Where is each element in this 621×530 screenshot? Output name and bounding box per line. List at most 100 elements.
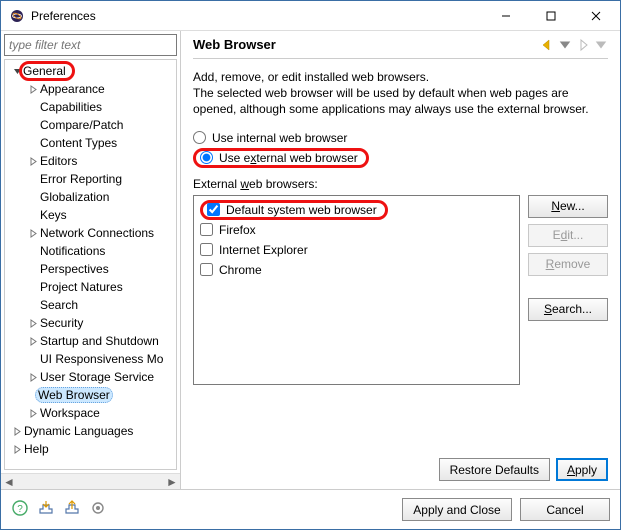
description-text: Add, remove, or edit installed web brows… [193,69,608,118]
tree-item[interactable]: Project Natures [5,278,176,296]
svg-text:?: ? [17,504,23,515]
chevron-right-icon[interactable] [27,371,39,383]
chevron-right-icon [27,263,39,275]
tree-item[interactable]: Keys [5,206,176,224]
browser-checkbox[interactable] [200,223,213,236]
close-button[interactable] [573,2,618,30]
tree-item-label: Content Types [39,136,117,150]
tree-item[interactable]: UI Responsiveness Mo [5,350,176,368]
browser-label: Firefox [219,223,256,237]
main-panel: Web Browser Add, remove, or edit install… [181,31,620,489]
remove-button[interactable]: Remove [528,253,608,276]
tree-item-label: Capabilities [39,100,102,114]
tree-item-label: Perspectives [39,262,109,276]
tree-item-label: Error Reporting [39,172,122,186]
tree-item[interactable]: User Storage Service [5,368,176,386]
tree-item[interactable]: Capabilities [5,98,176,116]
maximize-button[interactable] [528,2,573,30]
chevron-right-icon[interactable] [27,317,39,329]
chevron-right-icon [27,245,39,257]
horizontal-scrollbar[interactable]: ◄ ► [1,473,180,489]
scroll-right-arrow[interactable]: ► [164,474,180,490]
tree-item[interactable]: Workspace [5,404,176,422]
apply-button[interactable]: Apply [556,458,608,481]
tree-item-label: UI Responsiveness Mo [39,352,163,366]
tree-item-label: Project Natures [39,280,123,294]
browser-label: Internet Explorer [219,243,308,257]
chevron-right-icon [27,101,39,113]
radio-external-label: Use external web browser [219,151,358,165]
chevron-right-icon[interactable] [11,425,23,437]
chevron-right-icon[interactable] [27,407,39,419]
back-menu-icon[interactable] [558,38,572,52]
browser-item[interactable]: Firefox [200,220,513,240]
tree-item[interactable]: Notifications [5,242,176,260]
search-button[interactable]: Search... [528,298,608,321]
tree-item[interactable]: Perspectives [5,260,176,278]
back-icon[interactable] [540,38,554,52]
export-icon[interactable] [63,499,81,520]
browser-checkbox[interactable] [200,243,213,256]
tree-item-label: Help [23,442,49,456]
radio-internal[interactable]: Use internal web browser [193,131,608,145]
eclipse-icon [9,8,25,24]
sidebar: GeneralAppearance Capabilities Compare/Pat… [1,31,181,489]
new-button[interactable]: New... [528,195,608,218]
tree-item[interactable]: Help [5,440,176,458]
filter-input[interactable] [4,34,177,56]
tree-item[interactable]: Appearance [5,80,176,98]
chevron-right-icon[interactable] [27,155,39,167]
browser-item[interactable]: Chrome [200,260,513,280]
edit-button[interactable]: Edit... [528,224,608,247]
forward-menu-icon[interactable] [594,38,608,52]
chevron-right-icon [27,137,39,149]
tree-item[interactable]: General [5,62,176,80]
tree-item-label: Notifications [39,244,105,258]
import-icon[interactable] [37,499,55,520]
forward-icon[interactable] [576,38,590,52]
tree-item[interactable]: Web Browser [5,386,176,404]
page-title: Web Browser [193,37,540,52]
tree-item-label: Editors [39,154,77,168]
tree-item[interactable]: Compare/Patch [5,116,176,134]
tree-item[interactable]: Editors [5,152,176,170]
chevron-right-icon[interactable] [27,227,39,239]
browser-item[interactable]: Internet Explorer [200,240,513,260]
cancel-button[interactable]: Cancel [520,498,610,521]
browser-label: Chrome [219,263,262,277]
chevron-right-icon[interactable] [27,335,39,347]
radio-internal-input[interactable] [193,131,206,144]
external-browsers-label: External web browsers: [193,177,608,191]
help-icon[interactable]: ? [11,499,29,520]
browser-checkbox[interactable] [200,263,213,276]
tree-item[interactable]: Security [5,314,176,332]
tree-item-label: Workspace [39,406,100,420]
oomph-icon[interactable] [89,499,107,520]
preferences-tree[interactable]: GeneralAppearance Capabilities Compare/Pat… [5,60,176,469]
tree-item[interactable]: Network Connections [5,224,176,242]
radio-external[interactable]: Use external web browser [193,148,608,168]
minimize-button[interactable] [483,2,528,30]
scroll-left-arrow[interactable]: ◄ [1,474,17,490]
tree-item[interactable]: Search [5,296,176,314]
window-title: Preferences [31,9,483,23]
tree-item[interactable]: Content Types [5,134,176,152]
chevron-right-icon[interactable] [11,443,23,455]
tree-item-label: Dynamic Languages [23,424,133,438]
browser-item[interactable]: Default system web browser [200,200,513,220]
radio-external-input[interactable] [200,151,213,164]
restore-defaults-button[interactable]: Restore Defaults [439,458,550,481]
chevron-right-icon [27,119,39,131]
chevron-right-icon [27,173,39,185]
tree-item[interactable]: Dynamic Languages [5,422,176,440]
tree-item[interactable]: Error Reporting [5,170,176,188]
chevron-right-icon[interactable] [27,83,39,95]
tree-item[interactable]: Globalization [5,188,176,206]
browser-checkbox[interactable] [207,203,220,216]
tree-item-label: Globalization [39,190,109,204]
chevron-right-icon [27,353,39,365]
browsers-listbox[interactable]: Default system web browser Firefox Interne… [193,195,520,385]
apply-and-close-button[interactable]: Apply and Close [402,498,512,521]
tree-item-label: Startup and Shutdown [39,334,159,348]
tree-item[interactable]: Startup and Shutdown [5,332,176,350]
